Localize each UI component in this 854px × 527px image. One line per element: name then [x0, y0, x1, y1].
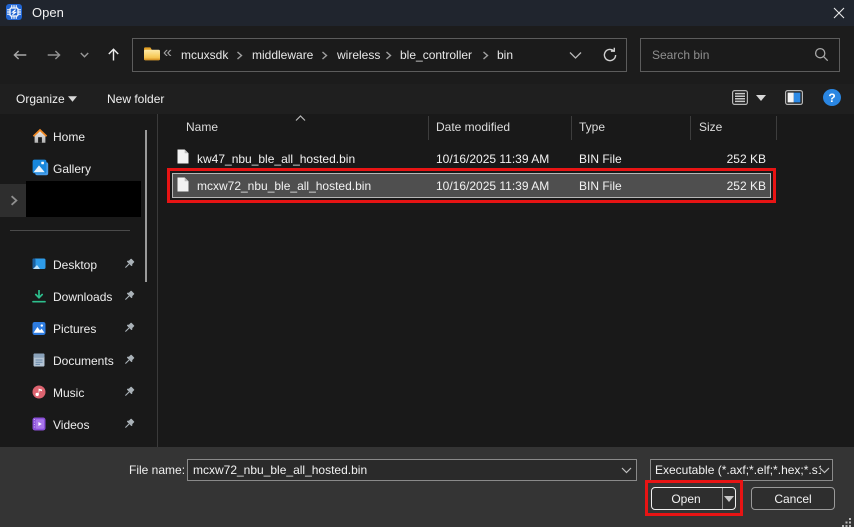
svg-text:?: ?	[828, 91, 835, 105]
